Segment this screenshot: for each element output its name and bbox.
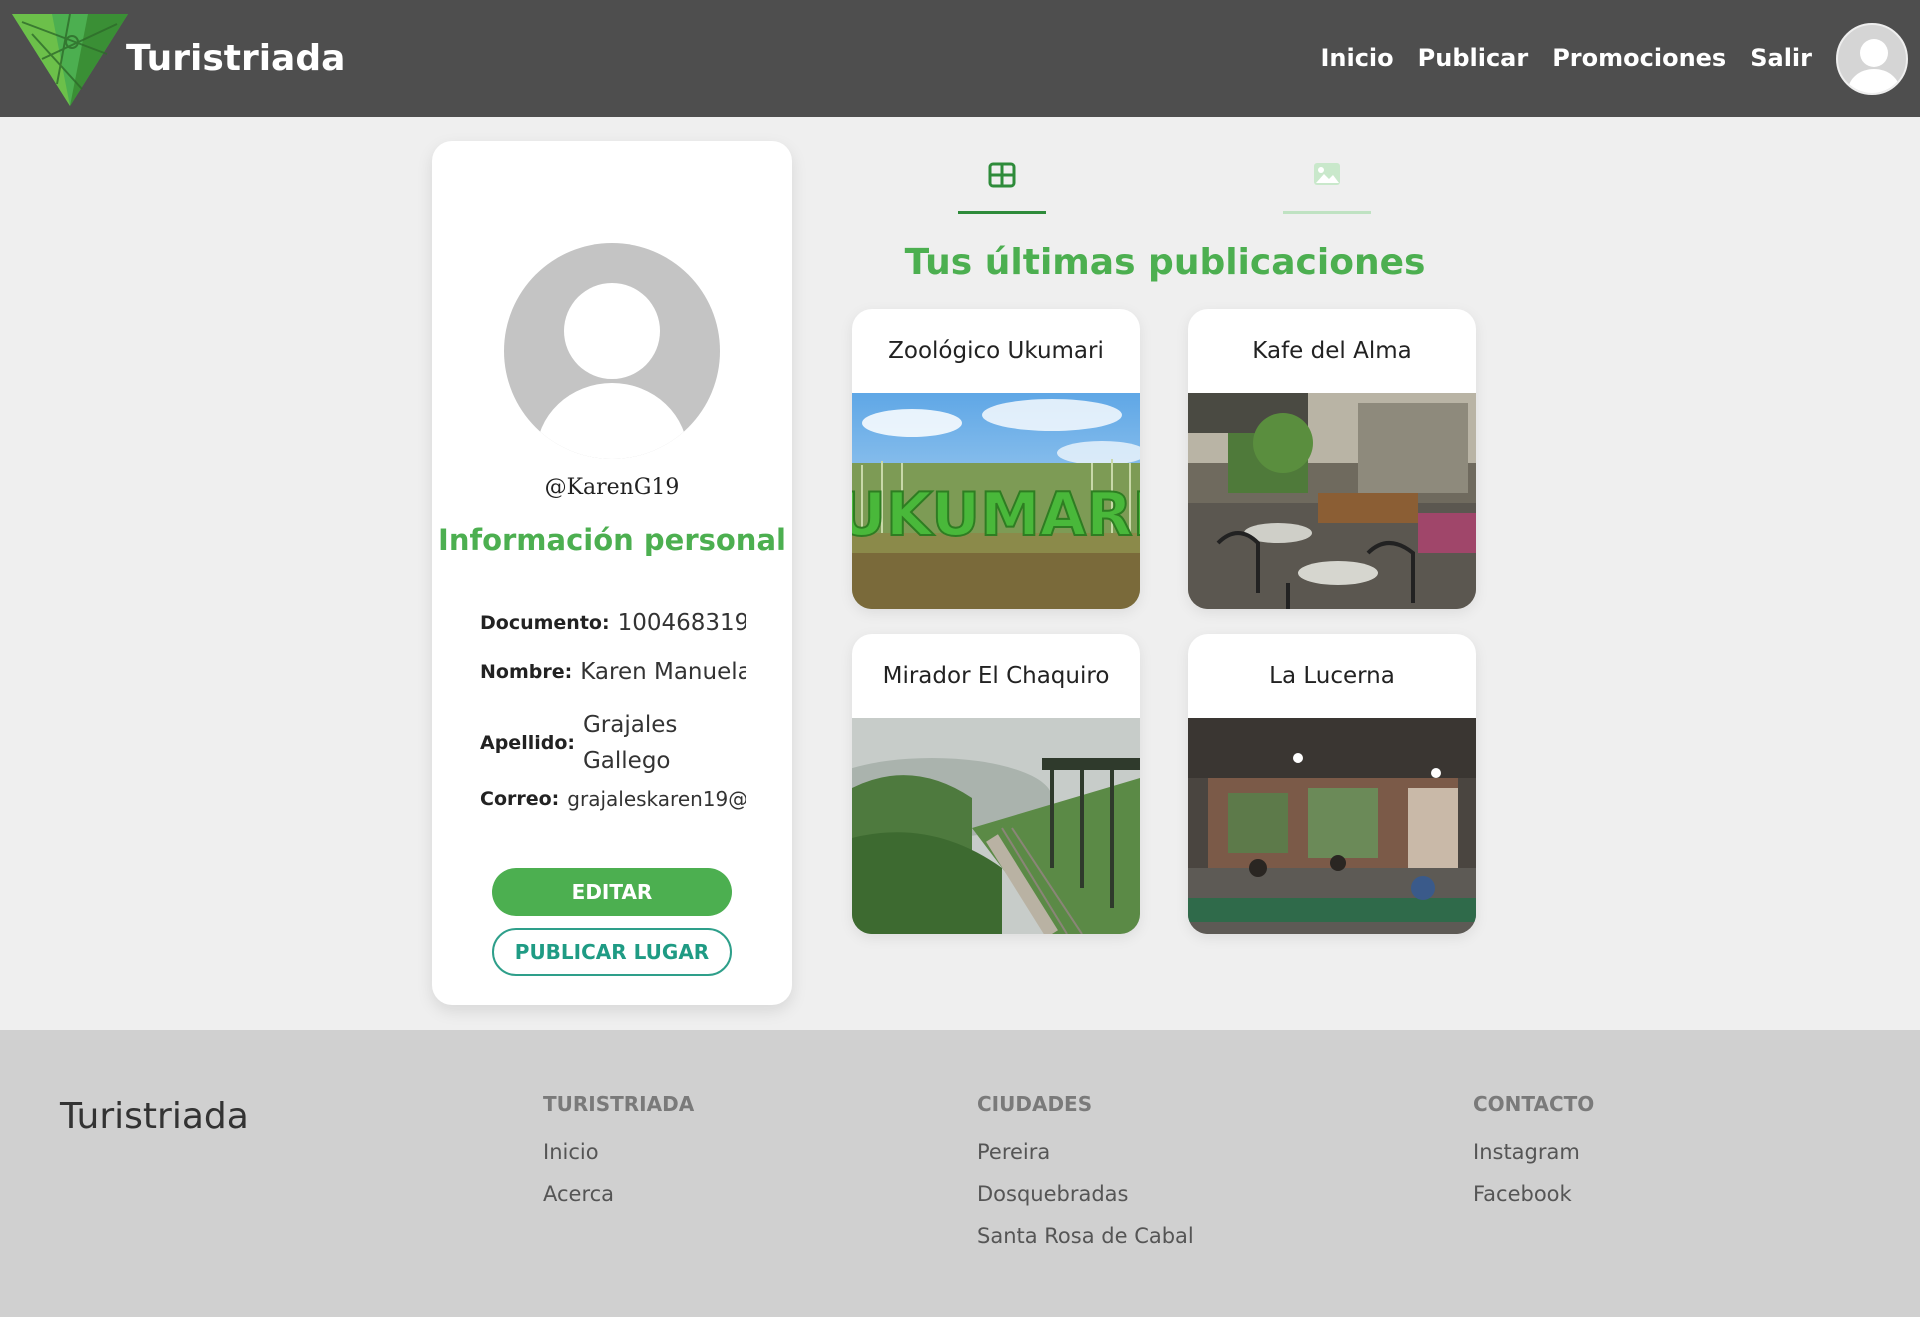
footer-link-facebook[interactable]: Facebook [1473,1182,1594,1224]
publication-card[interactable]: Kafe del Alma [1188,309,1476,609]
field-value: 100468319 [617,610,746,636]
footer-link-dosquebradas[interactable]: Dosquebradas [977,1182,1194,1224]
footer-link-inicio[interactable]: Inicio [543,1140,694,1182]
turistriada-logo-icon[interactable] [12,14,128,106]
nav-promociones[interactable]: Promociones [1552,44,1726,72]
grid-icon [988,162,1016,188]
publication-card[interactable]: Zoológico Ukumari UKUMARI [852,309,1140,609]
field-label: Nombre: [480,661,573,683]
publication-image [1188,718,1476,934]
ukumari-sign: UKUMARI [852,480,1140,550]
profile-username: @KarenG19 [544,475,680,500]
footer-brand: Turistriada [60,1096,249,1137]
footer-column-contacto: CONTACTO Instagram Facebook [1473,1092,1594,1224]
nav-inicio[interactable]: Inicio [1320,44,1393,72]
footer-link-acerca[interactable]: Acerca [543,1182,694,1224]
field-nombre: Nombre: Karen Manuela [480,659,746,685]
field-label: Correo: [480,788,560,810]
publication-name: Zoológico Ukumari [888,338,1104,364]
user-avatar-icon [536,283,688,459]
tab-grid[interactable] [958,156,1046,214]
field-value: grajaleskaren19@gmail.com [567,787,746,811]
publication-card[interactable]: La Lucerna [1188,634,1476,934]
main-nav: Inicio Publicar Promociones Salir [1320,44,1812,72]
footer-link-instagram[interactable]: Instagram [1473,1140,1594,1182]
tab-images[interactable] [1283,156,1371,214]
field-documento: Documento: 100468319 [480,610,746,636]
profile-avatar [504,243,720,459]
publication-card[interactable]: Mirador El Chaquiro [852,634,1140,934]
field-value: Karen Manuela [580,659,746,685]
footer-heading: CIUDADES [977,1092,1093,1116]
field-correo: Correo: grajaleskaren19@gmail.com [480,787,746,811]
top-navbar: Turistriada Inicio Publicar Promociones … [0,0,1920,117]
field-label: Apellido: [480,732,575,754]
edit-button[interactable]: EDITAR [492,868,732,916]
image-icon [1314,163,1340,185]
footer-heading: CONTACTO [1473,1092,1595,1116]
user-avatar[interactable] [1836,23,1908,95]
footer-link-pereira[interactable]: Pereira [977,1140,1194,1182]
footer: Turistriada TURISTRIADA Inicio Acerca CI… [0,1030,1920,1317]
publications-title: Tus últimas publicaciones [904,242,1426,283]
profile-card: @KarenG19 Información personal Documento… [432,141,792,1005]
publication-image: UKUMARI [852,393,1140,609]
lucerna-photo [1188,718,1476,934]
ukumari-photo: UKUMARI [852,393,1140,609]
nav-publicar[interactable]: Publicar [1418,44,1529,72]
publication-image [852,718,1140,934]
publication-name: Mirador El Chaquiro [882,663,1110,689]
footer-column-ciudades: CIUDADES Pereira Dosquebradas Santa Rosa… [977,1092,1194,1266]
publish-place-button[interactable]: PUBLICAR LUGAR [492,928,732,976]
user-avatar-icon [1848,39,1900,93]
publication-name: La Lucerna [1269,663,1395,689]
nav-salir[interactable]: Salir [1750,44,1812,72]
publication-image [1188,393,1476,609]
brand-name[interactable]: Turistriada [126,38,345,79]
kafe-photo [1188,393,1476,609]
footer-heading: TURISTRIADA [543,1092,695,1116]
footer-column-turistriada: TURISTRIADA Inicio Acerca [543,1092,694,1224]
publication-name: Kafe del Alma [1252,338,1412,364]
footer-link-santa-rosa[interactable]: Santa Rosa de Cabal [977,1224,1194,1266]
personal-info-title: Información personal [438,523,786,557]
field-apellido: Apellido: Grajales Gallego [480,707,746,779]
field-label: Documento: [480,612,610,634]
chaquiro-photo [852,718,1140,934]
field-value: Grajales Gallego [582,712,678,774]
